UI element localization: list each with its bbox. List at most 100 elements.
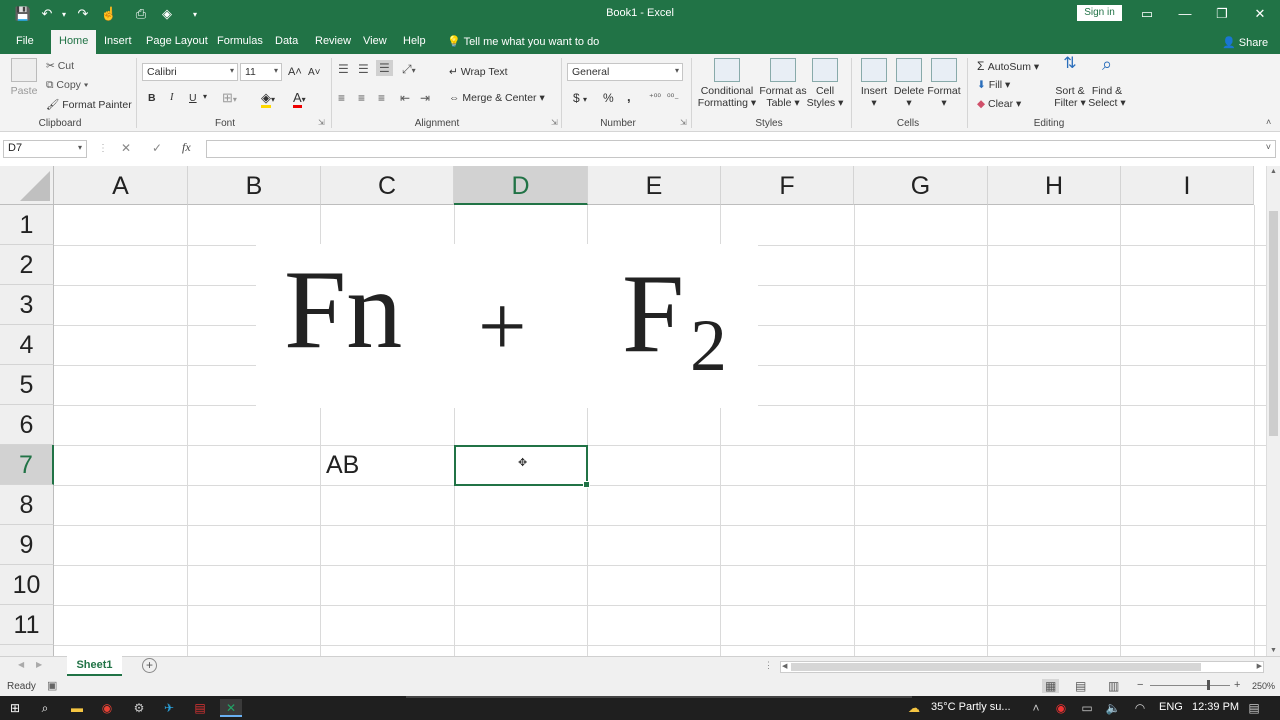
find-select-button[interactable]: ⌕ Find & Select ▾ bbox=[1088, 55, 1126, 109]
close-icon[interactable]: ✕ bbox=[1250, 4, 1270, 24]
format-painter-button[interactable]: 🖌 Format Painter bbox=[46, 98, 132, 111]
column-header-c[interactable]: C bbox=[321, 166, 454, 205]
bold-button[interactable]: B bbox=[148, 92, 156, 104]
format-as-table-button[interactable]: Format as Table ▾ bbox=[758, 58, 808, 109]
currency-button[interactable]: $ ▾ bbox=[573, 91, 587, 105]
worksheet-grid[interactable]: A B C D E F G H I 1 2 3 4 5 6 7 8 9 10 1… bbox=[0, 166, 1266, 656]
sign-in-button[interactable]: Sign in bbox=[1077, 5, 1122, 21]
macro-record-icon[interactable]: ▣ bbox=[47, 679, 57, 692]
tab-review[interactable]: Review bbox=[315, 35, 351, 47]
zoom-level[interactable]: 250% bbox=[1252, 681, 1275, 691]
record-icon[interactable]: ◉ bbox=[1052, 699, 1070, 717]
increase-decimal-icon[interactable]: ⁺⁰⁰ bbox=[649, 92, 661, 103]
tab-formulas[interactable]: Formulas bbox=[217, 35, 263, 47]
paste-button[interactable]: Paste bbox=[8, 58, 40, 97]
copy-button[interactable]: ⧉ Copy ▾ bbox=[46, 79, 88, 92]
align-top-icon[interactable]: ☰ bbox=[338, 62, 349, 76]
row-header-7[interactable]: 7 bbox=[0, 445, 54, 485]
cancel-icon[interactable]: ✕ bbox=[121, 141, 131, 155]
clear-button[interactable]: ◆ Clear ▾ bbox=[977, 98, 1021, 110]
underline-dropdown-icon[interactable]: ▾ bbox=[203, 92, 207, 101]
chrome-icon[interactable]: ◉ bbox=[98, 699, 116, 717]
new-sheet-icon[interactable]: + bbox=[142, 658, 157, 673]
zoom-slider[interactable] bbox=[1150, 685, 1230, 686]
row-header-11[interactable]: 11 bbox=[0, 605, 54, 645]
row-header-6[interactable]: 6 bbox=[0, 405, 54, 445]
telegram-icon[interactable]: ✈ bbox=[160, 699, 178, 717]
select-all-button[interactable] bbox=[0, 166, 54, 205]
column-header-a[interactable]: A bbox=[54, 166, 188, 205]
orientation-icon[interactable]: ⤢▾ bbox=[402, 62, 416, 77]
wrap-text-button[interactable]: ↵ Wrap Text bbox=[449, 66, 508, 78]
conditional-formatting-button[interactable]: Conditional Formatting ▾ bbox=[697, 58, 757, 109]
normal-view-icon[interactable]: ▦ bbox=[1042, 679, 1060, 693]
decrease-decimal-icon[interactable]: ⁰⁰₋ bbox=[667, 92, 679, 103]
search-icon[interactable]: ⌕ bbox=[36, 699, 54, 717]
share-button[interactable]: 👤 Share bbox=[1222, 36, 1268, 49]
shrink-font-button[interactable]: A˅ bbox=[308, 67, 321, 78]
zoom-slider-thumb[interactable] bbox=[1207, 680, 1210, 690]
tab-data[interactable]: Data bbox=[275, 35, 298, 47]
tab-insert[interactable]: Insert bbox=[104, 35, 132, 47]
clock[interactable]: 12:39 PM bbox=[1192, 701, 1239, 713]
insert-function-icon[interactable]: fx bbox=[182, 140, 191, 155]
cut-button[interactable]: ✂ Cut bbox=[46, 60, 74, 72]
weather-icon[interactable]: ☁ bbox=[905, 699, 923, 717]
sheet-tab-sheet1[interactable]: Sheet1 bbox=[67, 656, 122, 676]
ribbon-display-icon[interactable]: ▭ bbox=[1137, 4, 1157, 24]
page-layout-view-icon[interactable]: ▤ bbox=[1075, 679, 1086, 693]
cell-styles-button[interactable]: Cell Styles ▾ bbox=[806, 58, 844, 109]
row-header-1[interactable]: 1 bbox=[0, 205, 54, 245]
column-header-h[interactable]: H bbox=[988, 166, 1121, 205]
insert-cells-button[interactable]: Insert ▾ bbox=[857, 58, 891, 109]
row-header-4[interactable]: 4 bbox=[0, 325, 54, 365]
tell-me-search[interactable]: 💡 Tell me what you want to do bbox=[447, 35, 599, 48]
file-explorer-icon[interactable]: ▬ bbox=[68, 699, 86, 717]
underline-button[interactable]: U bbox=[189, 92, 197, 104]
italic-button[interactable]: I bbox=[170, 92, 174, 103]
percent-button[interactable]: % bbox=[603, 91, 614, 105]
column-header-e[interactable]: E bbox=[588, 166, 721, 205]
expand-formula-icon[interactable]: ˅ bbox=[1266, 142, 1271, 152]
name-box[interactable]: D7 ▾ bbox=[3, 140, 87, 158]
volume-icon[interactable]: 🔈 bbox=[1104, 699, 1122, 717]
pdf-icon[interactable]: ▤ bbox=[191, 699, 209, 717]
number-format-select[interactable]: General ▾ bbox=[567, 63, 683, 81]
app-icon[interactable]: ⚙ bbox=[130, 699, 148, 717]
tab-home[interactable]: Home bbox=[51, 30, 97, 54]
battery-icon[interactable]: ▭ bbox=[1078, 699, 1096, 717]
weather-text[interactable]: 35°C Partly su... bbox=[931, 701, 1011, 713]
row-header-10[interactable]: 10 bbox=[0, 565, 54, 605]
collapse-ribbon-icon[interactable]: ˄ bbox=[1266, 117, 1271, 127]
scroll-right-icon[interactable]: ▶ bbox=[1257, 662, 1262, 670]
column-header-d[interactable]: D bbox=[454, 166, 588, 205]
tab-help[interactable]: Help bbox=[403, 35, 426, 47]
alignment-launcher-icon[interactable]: ⇲ bbox=[551, 118, 558, 127]
windows-start-icon[interactable]: ⊞ bbox=[6, 699, 24, 717]
horizontal-scroll-thumb[interactable] bbox=[791, 663, 1201, 671]
next-sheet-icon[interactable]: ▶ bbox=[36, 660, 42, 669]
row-header-12-partial[interactable] bbox=[0, 645, 54, 656]
horizontal-scrollbar[interactable]: ◀ ▶ bbox=[780, 661, 1264, 673]
language-indicator[interactable]: ENG bbox=[1159, 701, 1183, 713]
column-header-i[interactable]: I bbox=[1121, 166, 1254, 205]
merge-center-button[interactable]: ⇔ Merge & Center ▾ bbox=[449, 92, 545, 104]
column-header-g[interactable]: G bbox=[854, 166, 988, 205]
tab-view[interactable]: View bbox=[363, 35, 387, 47]
tab-file[interactable]: File bbox=[16, 35, 34, 47]
zoom-in-icon[interactable]: + bbox=[1234, 679, 1240, 691]
tab-page-layout[interactable]: Page Layout bbox=[146, 35, 208, 47]
scroll-left-icon[interactable]: ◀ bbox=[782, 662, 787, 670]
font-launcher-icon[interactable]: ⇲ bbox=[318, 118, 325, 127]
row-header-8[interactable]: 8 bbox=[0, 485, 54, 525]
fill-button[interactable]: ⬇ Fill ▾ bbox=[977, 79, 1010, 91]
vertical-scroll-thumb[interactable] bbox=[1269, 211, 1278, 436]
number-launcher-icon[interactable]: ⇲ bbox=[680, 118, 687, 127]
font-name-select[interactable]: Calibri ▾ bbox=[142, 63, 238, 81]
tray-chevron-icon[interactable]: ˄ bbox=[1027, 699, 1045, 717]
tab-split-icon[interactable]: ⋮ bbox=[764, 660, 773, 671]
column-header-b[interactable]: B bbox=[188, 166, 321, 205]
align-middle-icon[interactable]: ☰ bbox=[358, 62, 369, 76]
zoom-out-icon[interactable]: − bbox=[1137, 679, 1143, 691]
vertical-scrollbar[interactable]: ▲ ▼ bbox=[1266, 166, 1280, 656]
